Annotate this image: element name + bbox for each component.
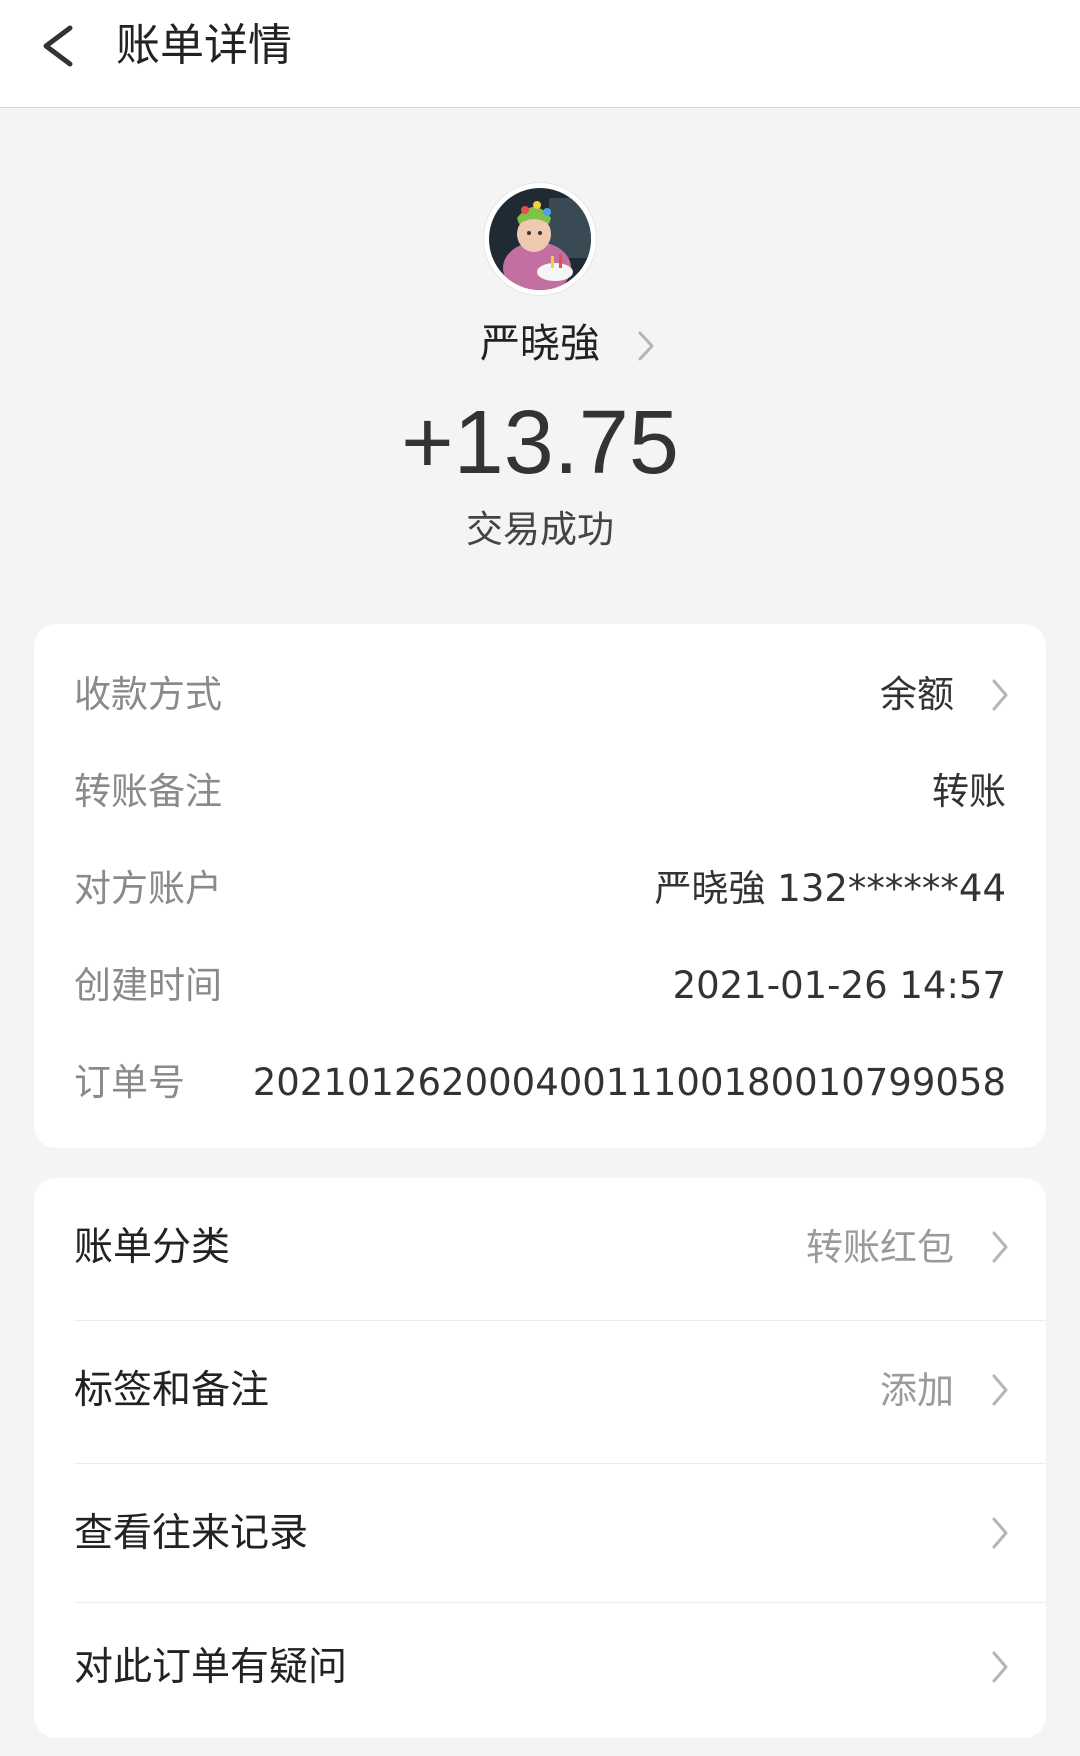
payer-name: 严晓強 — [480, 321, 600, 367]
app-header: 账单详情 — [0, 0, 1080, 108]
transaction-amount: +13.75 — [401, 393, 679, 493]
action-label: 账单分类 — [74, 1225, 231, 1270]
chevron-right-icon — [992, 1651, 1008, 1683]
action-value: 转账红包 — [806, 1226, 954, 1269]
chevron-right-icon — [638, 331, 654, 361]
action-label: 对此订单有疑问 — [74, 1645, 348, 1690]
detail-row-transfer-note: 转账备注 转账 — [34, 743, 1046, 840]
detail-label: 转账备注 — [74, 770, 222, 813]
chevron-right-icon — [992, 1517, 1008, 1549]
chevron-right-icon — [992, 1374, 1008, 1406]
detail-label: 对方账户 — [74, 867, 222, 910]
transaction-status: 交易成功 — [466, 508, 614, 551]
avatar-photo — [489, 188, 591, 290]
action-label: 标签和备注 — [74, 1368, 270, 1413]
detail-label: 收款方式 — [74, 673, 222, 716]
transaction-actions-card: 账单分类 转账红包 标签和备注 添加 查看往来记录 对此订单有疑问 — [34, 1178, 1046, 1738]
action-label: 查看往来记录 — [74, 1511, 309, 1556]
payer-name-link[interactable]: 严晓強 — [0, 314, 1080, 374]
detail-row-payment-method[interactable]: 收款方式 余额 — [34, 646, 1046, 743]
chevron-left-icon — [43, 25, 73, 67]
action-row-bill-category[interactable]: 账单分类 转账红包 — [34, 1178, 1046, 1318]
detail-value: 2021-01-26 14:57 — [672, 964, 1006, 1007]
chevron-right-icon — [992, 1231, 1008, 1263]
detail-row-order-number: 订单号 20210126200040011100180010799058 — [34, 1034, 1046, 1131]
detail-label: 订单号 — [74, 1061, 185, 1104]
action-row-view-history[interactable]: 查看往来记录 — [34, 1464, 1046, 1604]
page-title: 账单详情 — [116, 20, 292, 71]
action-row-order-question[interactable]: 对此订单有疑问 — [34, 1598, 1046, 1738]
transaction-details-card: 收款方式 余额 转账备注 转账 对方账户 严晓強 132******44 创建时… — [34, 624, 1046, 1148]
detail-value: 20210126200040011100180010799058 — [252, 1061, 1006, 1104]
action-value: 添加 — [880, 1369, 954, 1412]
detail-value: 余额 — [880, 673, 954, 716]
chevron-right-icon — [992, 679, 1008, 711]
detail-label: 创建时间 — [74, 964, 222, 1007]
transaction-summary: 严晓強 +13.75 交易成功 — [0, 108, 1080, 588]
detail-value: 严晓強 132******44 — [654, 867, 1006, 910]
action-row-tags-notes[interactable]: 标签和备注 添加 — [34, 1321, 1046, 1461]
detail-value: 转账 — [932, 770, 1006, 813]
detail-row-counterparty-account: 对方账户 严晓強 132******44 — [34, 840, 1046, 937]
back-button[interactable] — [30, 14, 90, 78]
detail-row-created-time: 创建时间 2021-01-26 14:57 — [34, 937, 1046, 1034]
avatar[interactable] — [483, 182, 597, 296]
